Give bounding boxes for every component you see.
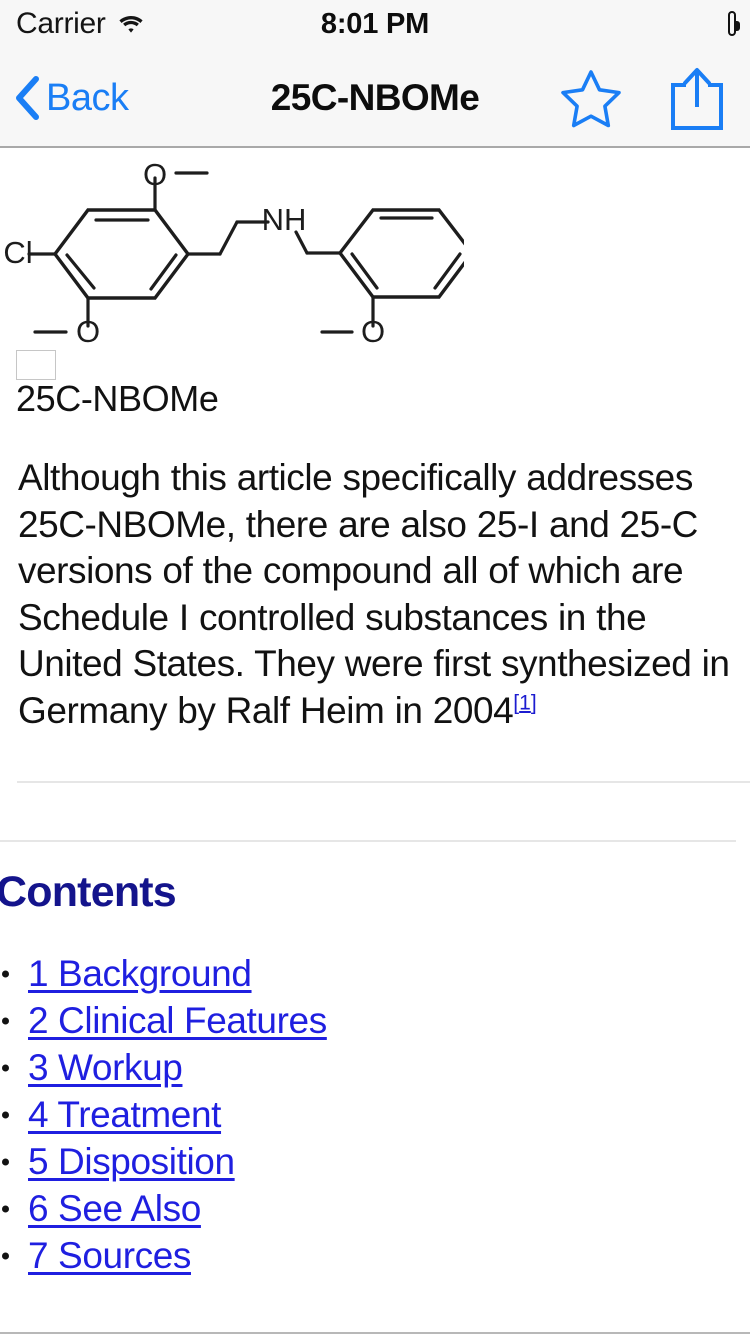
back-button[interactable]: Back [14, 48, 129, 148]
battery-full-icon [728, 11, 740, 36]
toc-link-background[interactable]: 1 Background [28, 953, 252, 995]
toc-link-clinical-features[interactable]: 2 Clinical Features [28, 1000, 327, 1042]
share-export-icon [668, 65, 726, 131]
divider-bottom [0, 840, 736, 842]
star-outline-icon [560, 68, 622, 128]
status-bar: Carrier 8:01 PM [0, 0, 750, 48]
list-item[interactable]: 7 Sources [0, 1232, 750, 1279]
chemical-structure-diagram: O Cl O NH O [4, 157, 464, 349]
status-bar-time: 8:01 PM [320, 7, 430, 40]
atom-label-nh: NH [262, 202, 307, 237]
article-content: O Cl O NH O 25C-NBOMe Although this arti… [0, 150, 750, 1332]
divider-top [17, 781, 750, 783]
atom-label-o-top: O [143, 157, 167, 192]
contents-heading: Contents [0, 868, 177, 916]
chevron-left-icon [14, 75, 42, 121]
back-button-label: Back [46, 76, 129, 119]
toc-link-treatment[interactable]: 4 Treatment [28, 1094, 221, 1136]
list-item[interactable]: 5 Disposition [0, 1138, 750, 1185]
table-of-contents-list: 1 Background 2 Clinical Features 3 Worku… [0, 950, 750, 1279]
favorite-button[interactable] [560, 48, 622, 148]
atom-label-cl: Cl [4, 235, 33, 270]
share-button[interactable] [668, 48, 726, 148]
app-screen: Carrier 8:01 PM Back 25C-NBOMe O Cl O NH… [0, 0, 750, 1334]
citation-bracket-close: ] [530, 691, 537, 715]
lead-paragraph-text: Although this article specifically addre… [18, 457, 730, 731]
citation-number: 1 [519, 691, 531, 715]
toc-link-workup[interactable]: 3 Workup [28, 1047, 183, 1089]
list-item[interactable]: 1 Background [0, 950, 750, 997]
citation-link-1[interactable]: [1] [513, 691, 536, 714]
toc-link-disposition[interactable]: 5 Disposition [28, 1141, 235, 1183]
chemical-structure-figure: O Cl O NH O [0, 150, 750, 360]
status-bar-right [728, 0, 740, 48]
list-item[interactable]: 4 Treatment [0, 1091, 750, 1138]
atom-label-o-right: O [361, 314, 385, 349]
toc-link-sources[interactable]: 7 Sources [28, 1235, 191, 1277]
list-item[interactable]: 6 See Also [0, 1185, 750, 1232]
list-item[interactable]: 3 Workup [0, 1044, 750, 1091]
figure-caption: 25C-NBOMe [16, 378, 219, 419]
broken-image-placeholder [16, 350, 56, 380]
atom-label-o-bottom: O [76, 314, 100, 349]
lead-paragraph: Although this article specifically addre… [18, 455, 732, 734]
navigation-bar: Back 25C-NBOMe [0, 48, 750, 148]
toc-link-see-also[interactable]: 6 See Also [28, 1188, 201, 1230]
list-item[interactable]: 2 Clinical Features [0, 997, 750, 1044]
